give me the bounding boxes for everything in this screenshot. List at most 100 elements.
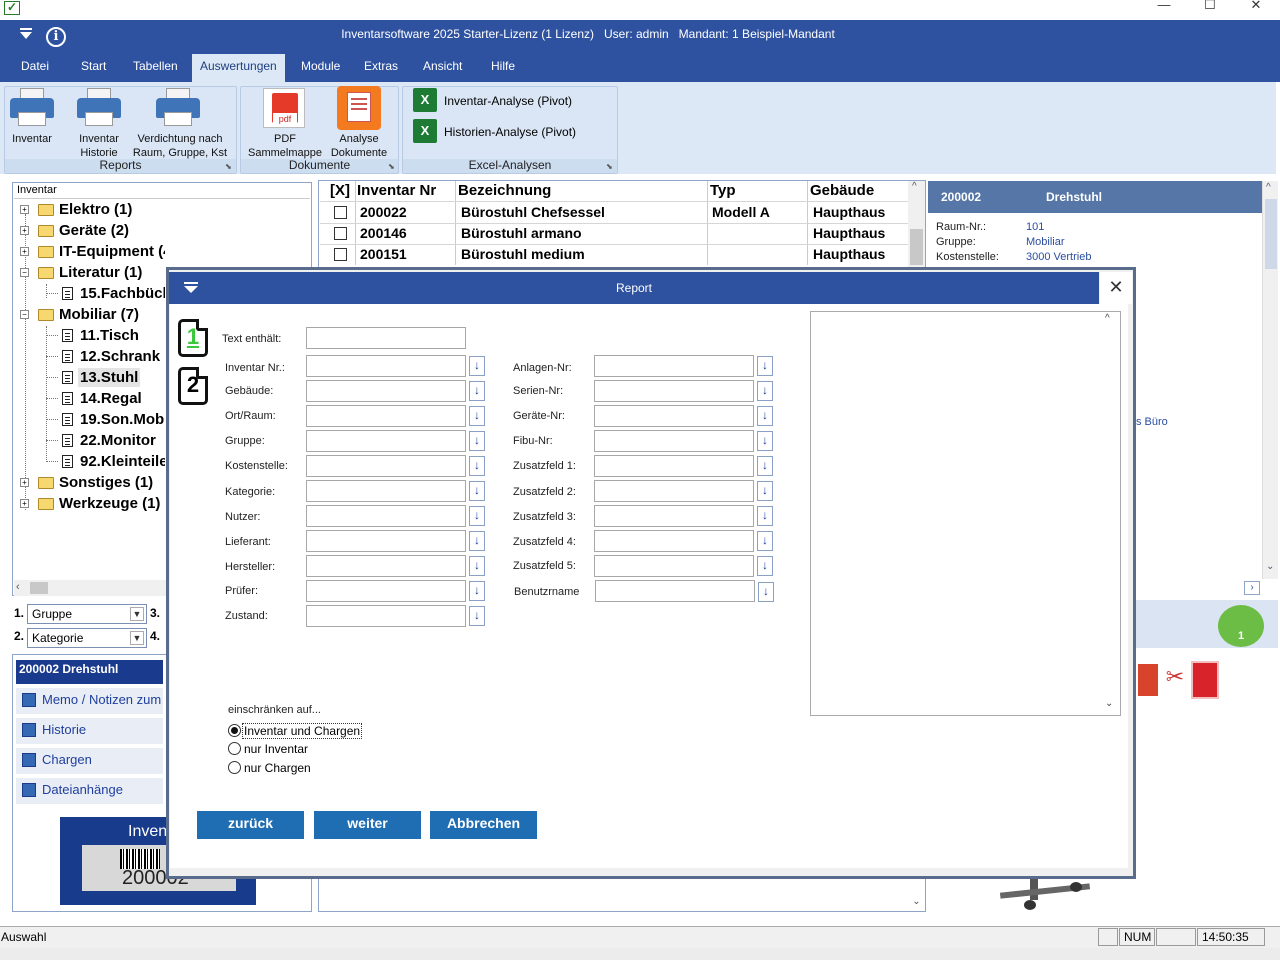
zusatzfeld-4-input[interactable] [594,530,754,552]
grid-header-typ[interactable]: Typ [710,181,736,201]
zusatzfeld-5-input[interactable] [594,555,754,577]
row-checkbox[interactable] [334,248,347,261]
tree-item-sonstiges[interactable]: + Sonstiges (1) [20,472,165,493]
serien-nr-input[interactable] [594,380,754,402]
menu-tabellen[interactable]: Tabellen [125,54,186,82]
gruppe-input[interactable] [306,430,466,452]
table-row[interactable]: 200146 Bürostuhl armano Haupthaus [320,223,908,244]
analyse-dokumente-button[interactable]: Analyse Dokumente [326,132,392,160]
arrow-down-icon[interactable]: ↓ [757,381,773,401]
close-window-icon[interactable]: ✕ [1233,0,1279,20]
text-contains-input[interactable] [306,327,466,349]
arrow-down-icon[interactable]: ↓ [757,506,773,526]
menu-module[interactable]: Module [293,54,348,82]
report-inventar-historie-button[interactable]: Inventar Historie [66,132,132,160]
report-inventar-button[interactable]: Inventar [4,132,60,146]
dialog-launcher-icon[interactable]: ⬊ [606,162,613,171]
menu-auswertungen[interactable]: Auswertungen [192,54,285,82]
radio-label-nur-inventar[interactable]: nur Inventar [244,742,308,756]
row-checkbox[interactable] [334,227,347,240]
arrow-down-icon[interactable]: ↓ [757,556,773,576]
right-detail-vertical-scrollbar[interactable]: ^ ⌄ [1262,181,1278,579]
arrow-down-icon[interactable]: ↓ [469,531,485,551]
arrow-down-icon[interactable]: ↓ [469,556,485,576]
geraete-nr-input[interactable] [594,405,754,427]
scroll-thumb[interactable] [910,229,923,265]
memo-link[interactable]: Memo / Notizen zum [16,688,163,714]
cancel-button[interactable]: Abbrechen [430,811,537,839]
chargen-link[interactable]: Chargen [16,748,163,774]
office-icon[interactable] [1138,664,1158,696]
scroll-thumb[interactable] [30,582,48,594]
dateianhaenge-link[interactable]: Dateianhänge [16,778,163,804]
radio-label-nur-chargen[interactable]: nur Chargen [244,761,311,775]
expand-icon[interactable]: + [20,205,29,214]
arrow-down-icon[interactable]: ↓ [757,531,773,551]
dialog-launcher-icon[interactable]: ⬊ [388,162,395,171]
arrow-down-icon[interactable]: ↓ [757,456,773,476]
printer-icon[interactable] [10,88,54,128]
menu-hilfe[interactable]: Hilfe [483,54,523,82]
back-button[interactable]: zurück [197,811,304,839]
tree-item-tisch[interactable]: 11.Tisch [40,325,165,346]
menu-start[interactable]: Start [73,54,114,82]
grid-header-select[interactable]: [X] [330,181,350,201]
scroll-down-icon[interactable]: ⌄ [1105,698,1113,709]
anlagen-nr-input[interactable] [594,355,754,377]
user-avatar-icon[interactable]: 1 [1218,605,1264,647]
dialog-launcher-icon[interactable]: ⬊ [225,162,232,171]
radio-inventar-und-chargen[interactable] [228,724,241,737]
radio-nur-chargen[interactable] [228,761,241,774]
zusatzfeld-3-input[interactable] [594,505,754,527]
table-row[interactable]: 200022 Bürostuhl Chefsessel Modell A Hau… [320,202,908,223]
arrow-down-icon[interactable]: ↓ [757,481,773,501]
nutzer-input[interactable] [306,505,466,527]
kategorie-input[interactable] [306,480,466,502]
scroll-thumb[interactable] [1265,199,1277,269]
tools-icon[interactable]: ✂ [1162,664,1188,696]
zusatzfeld-1-input[interactable] [594,455,754,477]
scroll-down-icon[interactable]: ⌄ [1266,561,1274,572]
collapse-icon[interactable]: − [20,268,29,277]
grid-vertical-scrollbar[interactable]: ^ [908,181,925,271]
tree-item-kleinteile[interactable]: 92.Kleinteile [40,451,165,472]
arrow-down-icon[interactable]: ↓ [757,406,773,426]
report-verdichtung-button[interactable]: Verdichtung nach Raum, Gruppe, Kst [130,132,230,160]
scroll-up-icon[interactable]: ^ [1105,313,1110,324]
tree-item-regal[interactable]: 14.Regal [40,388,165,409]
dialog-dropdown-icon[interactable] [184,286,198,293]
tree-item-geraete[interactable]: + Geräte (2) [20,220,165,241]
radio-nur-inventar[interactable] [228,742,241,755]
fibu-nr-input[interactable] [594,430,754,452]
arrow-down-icon[interactable]: ↓ [469,481,485,501]
tree-item-werkzeuge[interactable]: + Werkzeuge (1) [20,493,165,514]
pdf-sammelmappe-button[interactable]: PDF Sammelmappe [246,132,324,160]
group-level-1-select[interactable]: Gruppe ▼ [27,604,147,624]
expand-icon[interactable]: + [20,247,29,256]
arrow-down-icon[interactable]: ↓ [469,381,485,401]
pdf-icon[interactable] [1191,661,1219,699]
arrow-down-icon[interactable]: ↓ [469,406,485,426]
printer-icon[interactable] [77,88,121,128]
scroll-down-icon[interactable]: ⌄ [908,896,925,907]
lieferant-input[interactable] [306,530,466,552]
close-dialog-button[interactable]: ✕ [1100,272,1132,304]
analyse-documents-icon[interactable] [337,86,381,130]
hersteller-input[interactable] [306,555,466,577]
ort-raum-input[interactable] [306,405,466,427]
tree-item-fachbuecher[interactable]: 15.Fachbücher [40,283,165,304]
gebaeude-input[interactable] [306,380,466,402]
zusatzfeld-2-input[interactable] [594,480,754,502]
arrow-down-icon[interactable]: ↓ [469,356,485,376]
tree-item-stuhl[interactable]: 13.Stuhl [40,367,165,388]
radio-label-inventar-und-chargen[interactable]: Inventar und Chargen [242,723,363,739]
table-row[interactable]: 200151 Bürostuhl medium Haupthaus [320,244,908,265]
arrow-down-icon[interactable]: ↓ [469,506,485,526]
historie-link[interactable]: Historie [16,718,163,744]
scroll-right-icon[interactable]: › [1244,581,1260,595]
grid-header-bezeichnung[interactable]: Bezeichnung [458,181,551,201]
tree-item-literatur[interactable]: − Literatur (1) [20,262,165,283]
arrow-down-icon[interactable]: ↓ [469,581,485,601]
arrow-down-icon[interactable]: ↓ [757,356,773,376]
inventar-analyse-pivot-button[interactable]: Inventar-Analyse (Pivot) [444,94,572,108]
